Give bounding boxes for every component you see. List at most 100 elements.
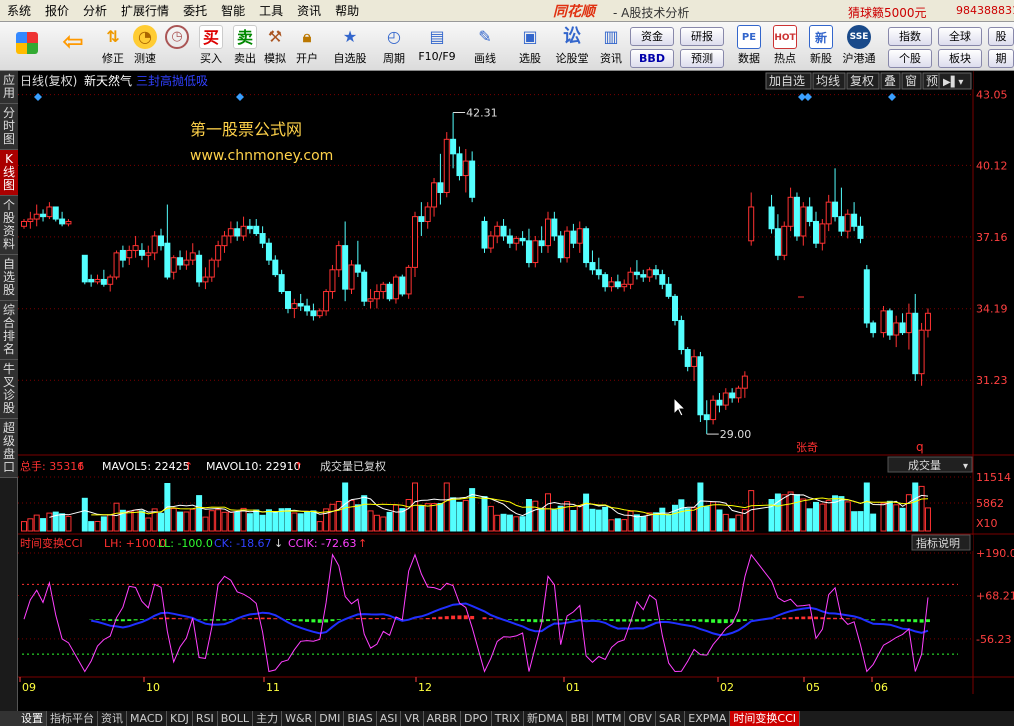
forecast-button[interactable]: 预测 [680,49,724,68]
forum-button[interactable]: 讼 论股堂 [554,24,590,70]
volume-bar [703,506,710,532]
sidebar-tab-4[interactable]: 自选股 [0,255,18,301]
funds-button[interactable]: 资金 [630,27,674,46]
new-stock-button[interactable]: 新 新股 [804,24,838,70]
volume-bar [538,507,545,532]
volume-bar [870,513,877,532]
indicator-tab-bias[interactable]: BIAS [344,711,377,726]
research-button[interactable]: 研报 [680,27,724,46]
menu-news[interactable]: 资讯 [290,0,328,22]
windows-button[interactable] [10,24,44,70]
candle-body [183,259,190,266]
speed-test-button[interactable]: ◔ 测速 [128,24,162,70]
sidebar-tab-3[interactable]: 个股资料 [0,196,18,255]
kline-chart-area[interactable]: 日线(复权) 新天然气 三封高抛低吸 加自选 均线 复权叠窗预测▶▌▾第一股票公式网www… [18,71,1014,694]
bbd-button[interactable]: BBD [630,49,674,68]
stock-button[interactable]: 股 [988,27,1014,46]
candle-body [354,264,361,273]
watermark-title: 第一股票公式网 [190,120,302,139]
menu-analysis[interactable]: 分析 [76,0,114,22]
candle-body [905,312,912,334]
menu-trade[interactable]: 委托 [176,0,214,22]
candle-body [126,249,133,259]
hot-button[interactable]: HOT 热点 [768,24,802,70]
candle-body [196,254,203,283]
indicator-tab-boll[interactable]: BOLL [218,711,254,726]
volume-bar [825,499,832,532]
futures-button[interactable]: 期 [988,49,1014,68]
indicator-tab-macd[interactable]: MACD [127,711,167,726]
indicator-tab-obv[interactable]: OBV [625,711,656,726]
sidebar-tab-5[interactable]: 综合排名 [0,301,18,360]
sidebar-tab-2[interactable]: K线图 [0,150,18,196]
volume-bar [367,510,374,532]
indicator-tab-trix[interactable]: TRIX [492,711,524,726]
sidebar-tab-0[interactable]: 应用 [0,71,18,104]
vol-up-arrow-icon: ↑ [76,460,85,473]
candle-body [640,274,647,278]
sidebar-tab-1[interactable]: 分时图 [0,104,18,150]
stock-picker-button[interactable]: ▣ 选股 [510,24,550,70]
sidebar-tab-6[interactable]: 牛叉诊股 [0,360,18,419]
x-label-5: 02 [720,681,734,694]
buy-button[interactable]: 买 买入 [194,24,228,70]
menu-smart[interactable]: 智能 [214,0,252,22]
indicator-tab-expma[interactable]: EXPMA [685,711,731,726]
sidebar-tab-7[interactable]: 超级盘口 [0,419,18,478]
f10-button[interactable]: ▤ F10/F9 [416,24,458,70]
account-name[interactable]: 猜球籁5000元 [848,4,927,21]
indicator-tab-设置[interactable]: 设置 [18,711,47,726]
indicator-tab-bbi[interactable]: BBI [567,711,593,726]
timer-button[interactable]: ◷ [160,24,194,70]
candle-body [819,223,826,244]
candle-body [691,356,698,367]
indicator-tab-kdj[interactable]: KDJ [167,711,193,726]
indicator-tab-rsi[interactable]: RSI [193,711,218,726]
single-stock-button[interactable]: 个股 [888,49,932,68]
indicator-tab-主力[interactable]: 主力 [253,711,283,726]
indicator-tab-vr[interactable]: VR [401,711,424,726]
indicator-tab-新dma[interactable]: 新DMA [524,711,568,726]
x-label-0: 09 [22,681,36,694]
menu-quote[interactable]: 报价 [38,0,76,22]
menu-system[interactable]: 系统 [0,0,38,22]
indicator-tab-sar[interactable]: SAR [656,711,686,726]
open-account-button[interactable]: 🔒︎ 开户 [290,24,324,70]
indicator-tab-时间变换cci[interactable]: 时间变换CCI [730,711,800,726]
index-button[interactable]: 指数 [888,27,932,46]
volume-bar [583,493,590,532]
indicator-tab-mtm[interactable]: MTM [593,711,626,726]
menu-tools[interactable]: 工具 [252,0,290,22]
back-button[interactable]: ⇦ [56,24,90,70]
volume-bar [905,494,912,532]
news-button[interactable]: ▥ 资讯 [594,24,628,70]
updown-arrows-icon: ⇅ [106,27,120,46]
correct-button[interactable]: ⇅ 修正 [96,24,130,70]
simulate-button[interactable]: ⚒ 模拟 [258,24,292,70]
x-label-7: 06 [874,681,888,694]
data-button[interactable]: PE 数据 [732,24,766,70]
candle-body [399,276,406,295]
volume-selector-label: 成交量 [908,458,941,472]
sell-button[interactable]: 卖 卖出 [228,24,262,70]
hk-connect-button[interactable]: SSE 沪港通 [840,24,878,70]
indicator-tab-dmi[interactable]: DMI [316,711,345,726]
candle-body [323,291,330,312]
draw-line-button[interactable]: ✎ 画线 [466,24,504,70]
indicator-tab-arbr[interactable]: ARBR [424,711,462,726]
indicator-tab-asi[interactable]: ASI [377,711,402,726]
watchlist-button[interactable]: ★ 自选股 [330,24,370,70]
indicator-tab-资讯[interactable]: 资讯 [98,711,127,726]
indicator-tab-指标平台[interactable]: 指标平台 [47,711,98,726]
indicator-tab-dpo[interactable]: DPO [461,711,492,726]
menu-help[interactable]: 帮助 [328,0,366,22]
x-label-3: 12 [418,681,432,694]
global-button[interactable]: 全球 [938,27,982,46]
period-label: 周期 [383,52,405,65]
candle-body [253,225,260,235]
period-button[interactable]: ◴ 周期 [374,24,414,70]
sector-button[interactable]: 板块 [938,49,982,68]
indicator-tab-w&r[interactable]: W&R [282,711,317,726]
menu-ext-quote[interactable]: 扩展行情 [114,0,176,22]
volume-bar [716,509,723,532]
